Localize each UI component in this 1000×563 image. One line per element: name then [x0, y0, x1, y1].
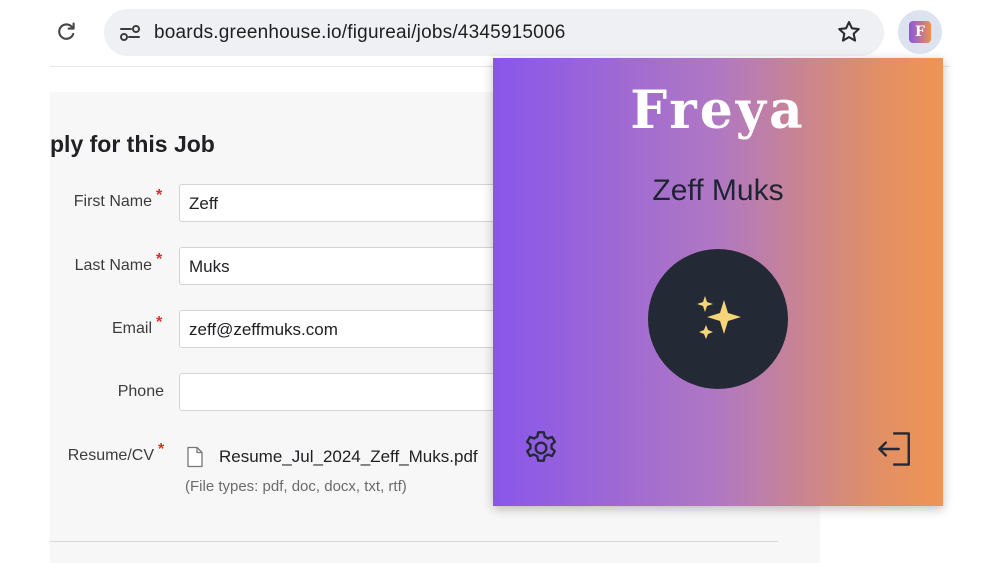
user-name: Zeff Muks: [652, 174, 784, 207]
first-name-label-group: First Name: [50, 193, 152, 213]
email-label-group: Email: [50, 320, 152, 340]
email-value: zeff@zeffmuks.com: [189, 320, 338, 339]
extension-button[interactable]: F: [898, 10, 942, 54]
resume-filename[interactable]: Resume_Jul_2024_Zeff_Muks.pdf: [219, 447, 493, 467]
settings-gear-icon[interactable]: [521, 428, 561, 468]
brand-logo: Freya: [630, 80, 806, 141]
extension-icon: F: [909, 21, 931, 43]
phone-label: Phone: [117, 383, 164, 400]
sparkles-icon: [697, 296, 741, 339]
last-name-value: Muks: [189, 257, 230, 276]
last-name-label-group: Last Name: [50, 257, 152, 277]
logout-icon[interactable]: [873, 427, 917, 471]
required-marker: *: [156, 187, 163, 204]
address-bar[interactable]: boards.greenhouse.io/figureai/jobs/43459…: [104, 9, 884, 56]
resume-filetypes-hint: (File types: pdf, doc, docx, txt, rtf): [185, 478, 407, 495]
required-marker: *: [158, 441, 165, 458]
form-divider: [50, 541, 778, 542]
required-marker: *: [156, 251, 163, 268]
email-label: Email: [111, 320, 152, 337]
extension-popup: Freya Zeff Muks: [493, 58, 943, 506]
form-title: ply for this Job: [50, 131, 215, 157]
first-name-value: Zeff: [189, 194, 218, 213]
phone-field[interactable]: [179, 373, 509, 411]
bookmark-star-icon[interactable]: [836, 19, 862, 45]
phone-label-group: Phone: [50, 383, 164, 403]
last-name-label: Last Name: [74, 257, 152, 274]
browser-toolbar: boards.greenhouse.io/figureai/jobs/43459…: [0, 0, 1000, 64]
email-field[interactable]: zeff@zeffmuks.com: [179, 310, 509, 348]
document-icon: [187, 446, 203, 468]
autofill-magic-button[interactable]: [648, 249, 788, 389]
resume-label: Resume/CV: [67, 447, 154, 464]
extension-logo-letter: F: [915, 24, 925, 40]
last-name-field[interactable]: Muks: [179, 247, 509, 285]
first-name-label: First Name: [73, 193, 152, 210]
resume-label-group: Resume/CV: [50, 447, 154, 467]
url-text[interactable]: boards.greenhouse.io/figureai/jobs/43459…: [154, 22, 565, 44]
required-marker: *: [156, 314, 163, 331]
reload-icon[interactable]: [54, 20, 78, 44]
site-settings-icon[interactable]: [118, 21, 142, 45]
first-name-field[interactable]: Zeff: [179, 184, 509, 222]
